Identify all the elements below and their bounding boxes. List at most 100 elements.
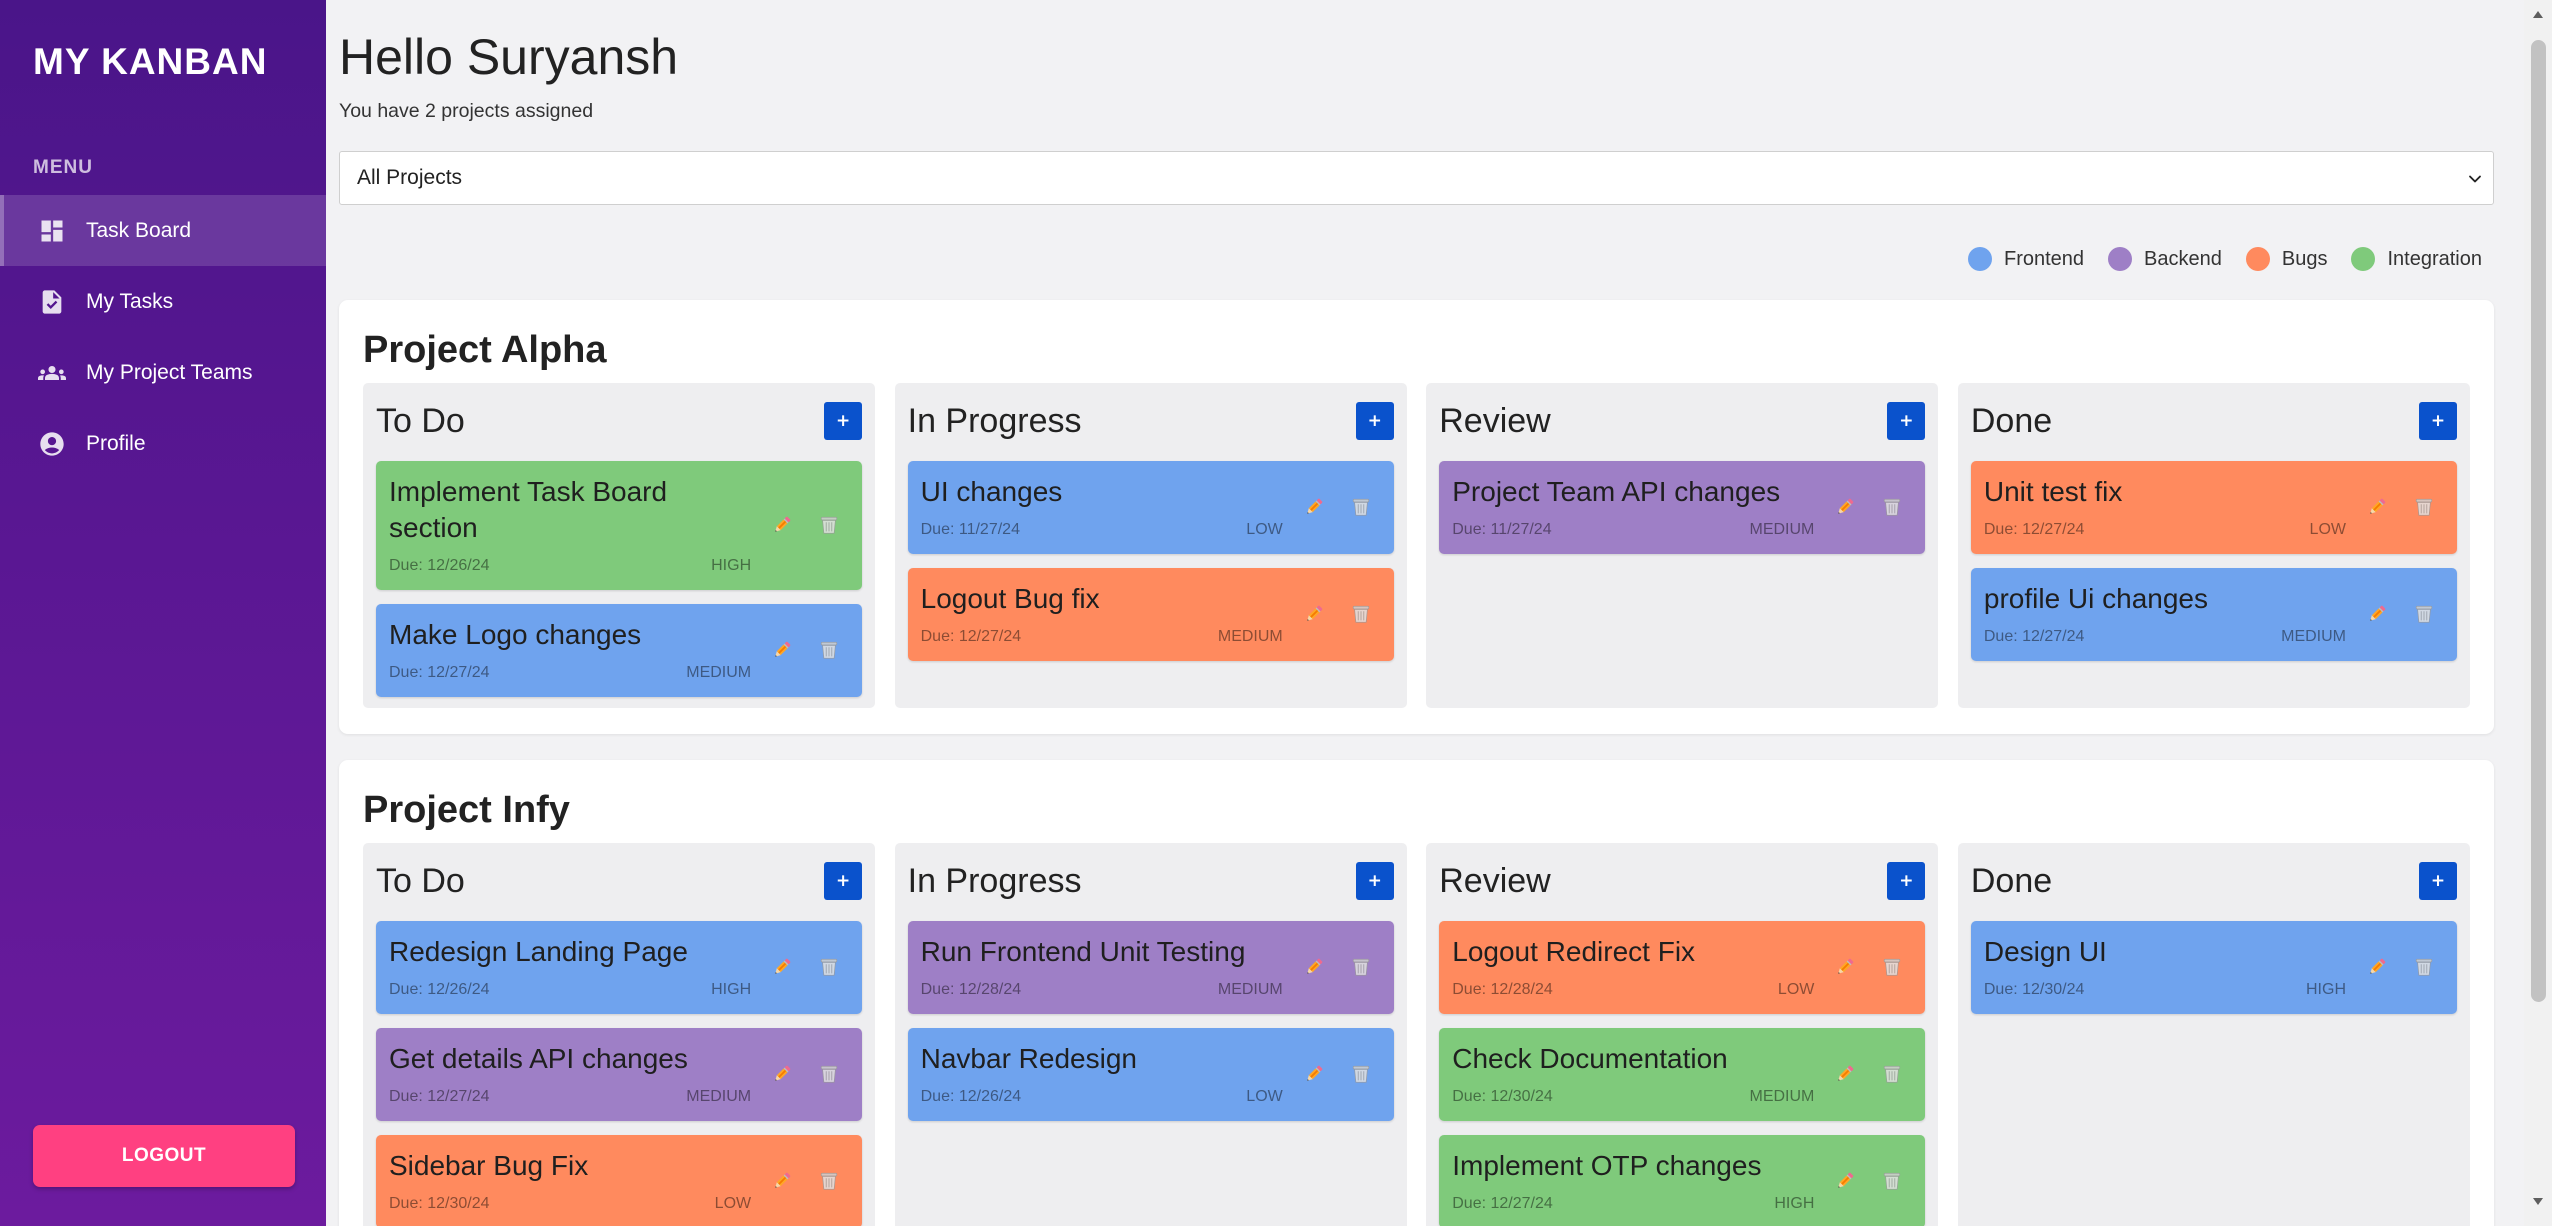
delete-task-button[interactable]: [2406, 596, 2442, 632]
delete-task-button[interactable]: [811, 507, 847, 543]
task-due-date: Due: 12/30/24: [1452, 1088, 1553, 1105]
edit-task-button[interactable]: [764, 1163, 800, 1199]
task-card[interactable]: Redesign Landing Page Due: 12/26/24 HIGH: [376, 921, 863, 1014]
groups-icon: [38, 359, 66, 387]
task-content: Implement Task Board section Due: 12/26/2…: [389, 474, 751, 576]
edit-task-button[interactable]: [2359, 949, 2395, 985]
scroll-up-arrow[interactable]: [2533, 11, 2543, 18]
task-card[interactable]: Navbar Redesign Due: 12/26/24 LOW: [907, 1028, 1394, 1121]
sidebar-item-task-board[interactable]: Task Board: [0, 195, 326, 266]
scroll-down-arrow[interactable]: [2533, 1198, 2543, 1205]
add-task-button[interactable]: +: [2419, 862, 2457, 900]
task-title: UI changes: [920, 476, 1063, 507]
project-board: Project Alpha To Do + Implement Task Board …: [339, 300, 2494, 734]
sidebar-item-my-project-teams[interactable]: My Project Teams: [0, 337, 326, 408]
delete-task-button[interactable]: [811, 1163, 847, 1199]
sidebar-item-label: My Project Teams: [86, 360, 253, 384]
column-header: In Progress +: [908, 862, 1394, 900]
task-card[interactable]: Get details API changes Due: 12/27/24 MEDI…: [376, 1028, 863, 1121]
add-task-button[interactable]: +: [1355, 402, 1394, 440]
project-filter-select[interactable]: All Projects: [339, 151, 2494, 205]
task-card[interactable]: Unit test fix Due: 12/27/24 LOW: [1970, 461, 2457, 554]
task-card[interactable]: Logout Bug fix Due: 12/27/24 MEDIUM: [907, 568, 1394, 661]
edit-task-button[interactable]: [1827, 949, 1863, 985]
scrollbar-thumb[interactable]: [2531, 40, 2546, 1002]
edit-task-button[interactable]: [1827, 1056, 1863, 1092]
task-priority: LOW: [2309, 521, 2346, 538]
dashboard-icon: [38, 217, 66, 245]
trash-icon: [1352, 605, 1369, 623]
task-due-date: Due: 11/27/24: [1452, 521, 1552, 538]
add-task-button[interactable]: +: [1887, 402, 1926, 440]
pencil-icon: [1838, 958, 1854, 974]
task-card[interactable]: Design UI Due: 12/30/24 HIGH: [1970, 921, 2457, 1014]
trash-icon: [2415, 958, 2433, 976]
task-card[interactable]: Check Documentation Due: 12/30/24 MEDIUM: [1439, 1028, 1926, 1121]
edit-task-button[interactable]: [2359, 489, 2395, 525]
task-card[interactable]: Sidebar Bug Fix Due: 12/30/24 LOW: [376, 1135, 863, 1226]
edit-task-button[interactable]: [1296, 489, 1332, 525]
board-column: Review + Logout Redirect Fix Due: 12/28/24 L…: [1426, 843, 1939, 1226]
sidebar-nav: Task Board My Tasks My Project Teams Pro…: [0, 195, 326, 479]
edit-task-button[interactable]: [1296, 596, 1332, 632]
sidebar-item-profile[interactable]: Profile: [0, 408, 326, 479]
delete-task-button[interactable]: [2406, 949, 2442, 985]
sidebar-item-label: Task Board: [86, 218, 192, 242]
edit-task-button[interactable]: [1296, 949, 1332, 985]
delete-task-button[interactable]: [811, 1056, 847, 1092]
task-card[interactable]: profile Ui changes Due: 12/27/24 MEDIUM: [1970, 568, 2457, 661]
edit-task-button[interactable]: [1296, 1056, 1332, 1092]
add-task-button[interactable]: +: [1355, 862, 1394, 900]
edit-task-button[interactable]: [764, 507, 800, 543]
task-card[interactable]: Project Team API changes Due: 11/27/24 MED…: [1439, 461, 1926, 554]
edit-task-button[interactable]: [764, 1056, 800, 1092]
delete-task-button[interactable]: [1874, 1163, 1910, 1199]
task-content: Get details API changes Due: 12/27/24 MEDI…: [389, 1041, 751, 1107]
delete-task-button[interactable]: [811, 632, 847, 668]
column-title: In Progress: [907, 862, 1082, 900]
edit-task-button[interactable]: [1827, 489, 1863, 525]
task-actions: [1827, 949, 1910, 985]
logout-button[interactable]: LOGOUT: [33, 1125, 295, 1187]
task-title: Get details API changes: [389, 1043, 688, 1074]
task-card[interactable]: Make Logo changes Due: 12/27/24 MEDIUM: [376, 604, 863, 697]
delete-task-button[interactable]: [1343, 949, 1379, 985]
add-task-button[interactable]: +: [824, 402, 863, 440]
board-columns: To Do + Implement Task Board section Due: 1…: [363, 383, 2470, 708]
edit-task-button[interactable]: [764, 949, 800, 985]
task-list: Redesign Landing Page Due: 12/26/24 HIGH Ge…: [376, 921, 863, 1226]
delete-task-button[interactable]: [811, 949, 847, 985]
edit-task-button[interactable]: [1827, 1163, 1863, 1199]
task-title: Implement OTP changes: [1452, 1150, 1762, 1181]
column-title: In Progress: [907, 402, 1082, 440]
sidebar-item-my-tasks[interactable]: My Tasks: [0, 266, 326, 337]
task-title: Redesign Landing Page: [389, 936, 688, 967]
edit-task-button[interactable]: [2359, 596, 2395, 632]
delete-task-button[interactable]: [1874, 949, 1910, 985]
task-content: Design UI Due: 12/30/24 HIGH: [1984, 934, 2346, 1000]
delete-task-button[interactable]: [1874, 489, 1910, 525]
delete-task-button[interactable]: [1343, 596, 1379, 632]
task-card[interactable]: Logout Redirect Fix Due: 12/28/24 LOW: [1439, 921, 1926, 1014]
task-due-date: Due: 12/27/24: [1983, 628, 2085, 645]
trash-icon: [1352, 958, 1369, 976]
add-task-button[interactable]: +: [824, 862, 863, 900]
task-list: Run Frontend Unit Testing Due: 12/28/24 ME…: [907, 921, 1394, 1121]
task-actions: [1296, 1056, 1379, 1092]
task-card[interactable]: Run Frontend Unit Testing Due: 12/28/24 ME…: [907, 921, 1394, 1014]
delete-task-button[interactable]: [1343, 1056, 1379, 1092]
edit-task-button[interactable]: [764, 632, 800, 668]
task-card[interactable]: Implement Task Board section Due: 12/26/2…: [376, 461, 863, 590]
column-title: To Do: [376, 402, 465, 440]
task-list: Design UI Due: 12/30/24 HIGH: [1970, 921, 2457, 1014]
delete-task-button[interactable]: [1874, 1056, 1910, 1092]
add-task-button[interactable]: +: [2419, 402, 2457, 440]
vertical-scrollbar[interactable]: [2524, 0, 2552, 1226]
delete-task-button[interactable]: [1343, 489, 1379, 525]
task-card[interactable]: UI changes Due: 11/27/24 LOW: [907, 461, 1394, 554]
pencil-icon: [1306, 498, 1323, 514]
add-task-button[interactable]: +: [1887, 862, 1926, 900]
delete-task-button[interactable]: [2406, 489, 2442, 525]
task-card[interactable]: Implement OTP changes Due: 12/27/24 HIGH: [1439, 1135, 1926, 1226]
task-content: Logout Redirect Fix Due: 12/28/24 LOW: [1452, 934, 1814, 1000]
